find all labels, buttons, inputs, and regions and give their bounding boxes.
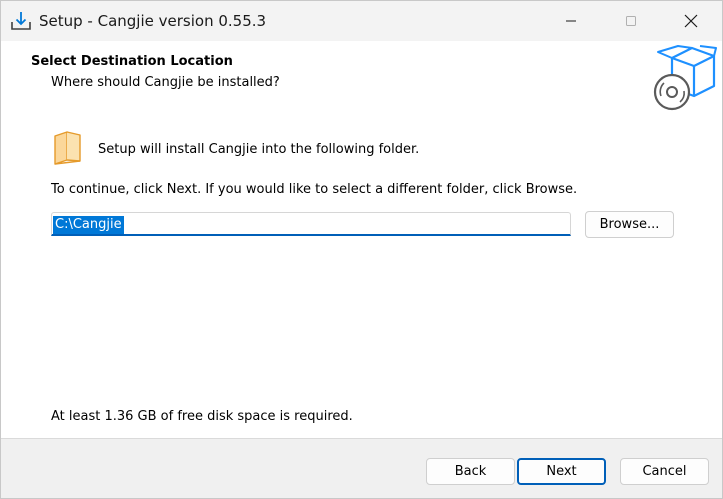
folder-icon [53, 131, 83, 165]
install-description: Setup will install Cangjie into the foll… [98, 142, 420, 157]
browse-button[interactable]: Browse... [585, 211, 674, 238]
disk-space-requirement: At least 1.36 GB of free disk space is r… [51, 409, 353, 424]
download-tray-icon [10, 10, 32, 32]
maximize-icon [625, 15, 637, 27]
box-with-disc-icon [652, 44, 718, 112]
page-title: Select Destination Location [31, 54, 233, 69]
minimize-icon [565, 15, 577, 27]
wizard-header: Select Destination Location Where should… [1, 41, 722, 113]
destination-path-field[interactable]: C:\Cangjie [51, 212, 571, 236]
destination-path-value[interactable]: C:\Cangjie [53, 216, 124, 234]
window-title: Setup - Cangjie version 0.55.3 [39, 12, 267, 30]
minimize-button[interactable] [541, 1, 601, 41]
page-subtitle: Where should Cangjie be installed? [51, 75, 280, 90]
close-button[interactable] [661, 1, 721, 41]
next-button[interactable]: Next [517, 458, 606, 485]
setup-window: Setup - Cangjie version 0.55.3 Select De… [0, 0, 723, 499]
close-icon [684, 14, 698, 28]
maximize-button[interactable] [601, 1, 661, 41]
title-bar[interactable]: Setup - Cangjie version 0.55.3 [1, 1, 722, 41]
back-button[interactable]: Back [426, 458, 515, 485]
continue-instruction: To continue, click Next. If you would li… [51, 182, 578, 197]
wizard-footer: Back Next Cancel [1, 439, 722, 498]
cancel-button[interactable]: Cancel [620, 458, 709, 485]
